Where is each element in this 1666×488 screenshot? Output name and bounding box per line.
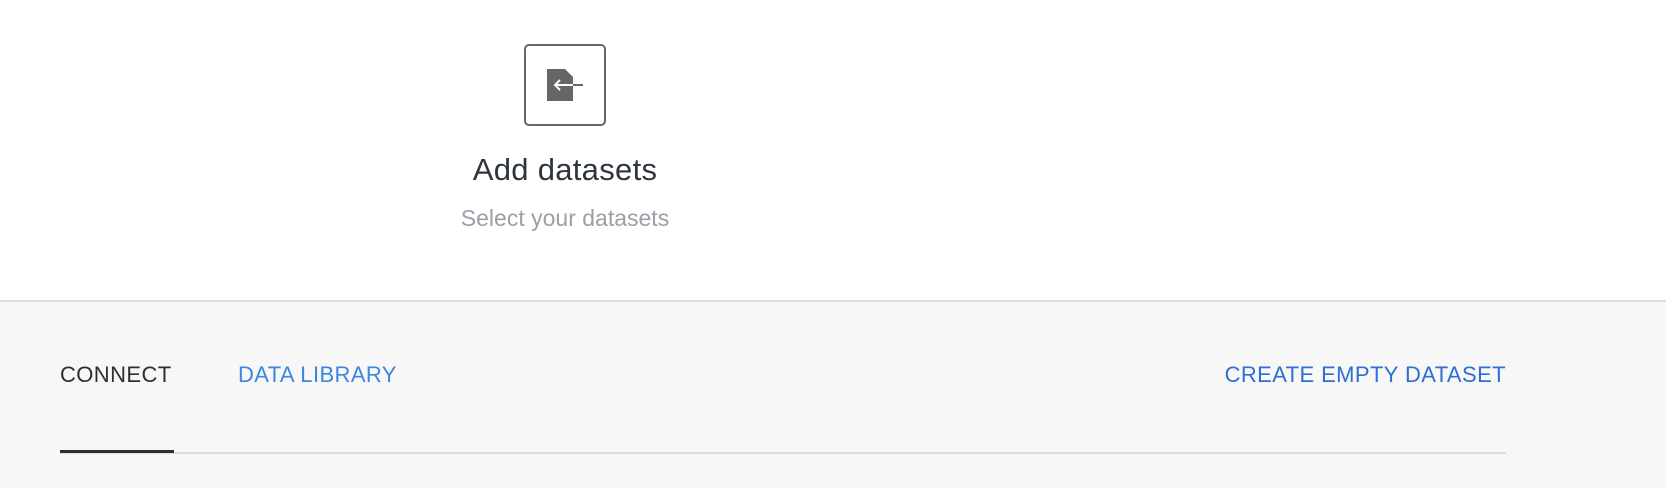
source-tabs: CONNECT DATA LIBRARY CREATE EMPTY DATASE…: [60, 302, 1506, 454]
source-panel: CONNECT DATA LIBRARY CREATE EMPTY DATASE…: [0, 300, 1666, 488]
add-datasets-step-button[interactable]: [524, 44, 606, 126]
create-empty-dataset-button[interactable]: CREATE EMPTY DATASET: [1225, 362, 1506, 388]
step-title: Add datasets: [472, 152, 658, 187]
import-file-icon: [547, 69, 583, 101]
tab-data-library[interactable]: DATA LIBRARY: [238, 362, 397, 388]
tab-connect[interactable]: CONNECT: [60, 362, 172, 388]
step-subtitle: Select your datasets: [460, 205, 670, 231]
step-header: Add datasets Select your datasets: [0, 0, 1666, 300]
active-tab-indicator: [60, 450, 174, 453]
